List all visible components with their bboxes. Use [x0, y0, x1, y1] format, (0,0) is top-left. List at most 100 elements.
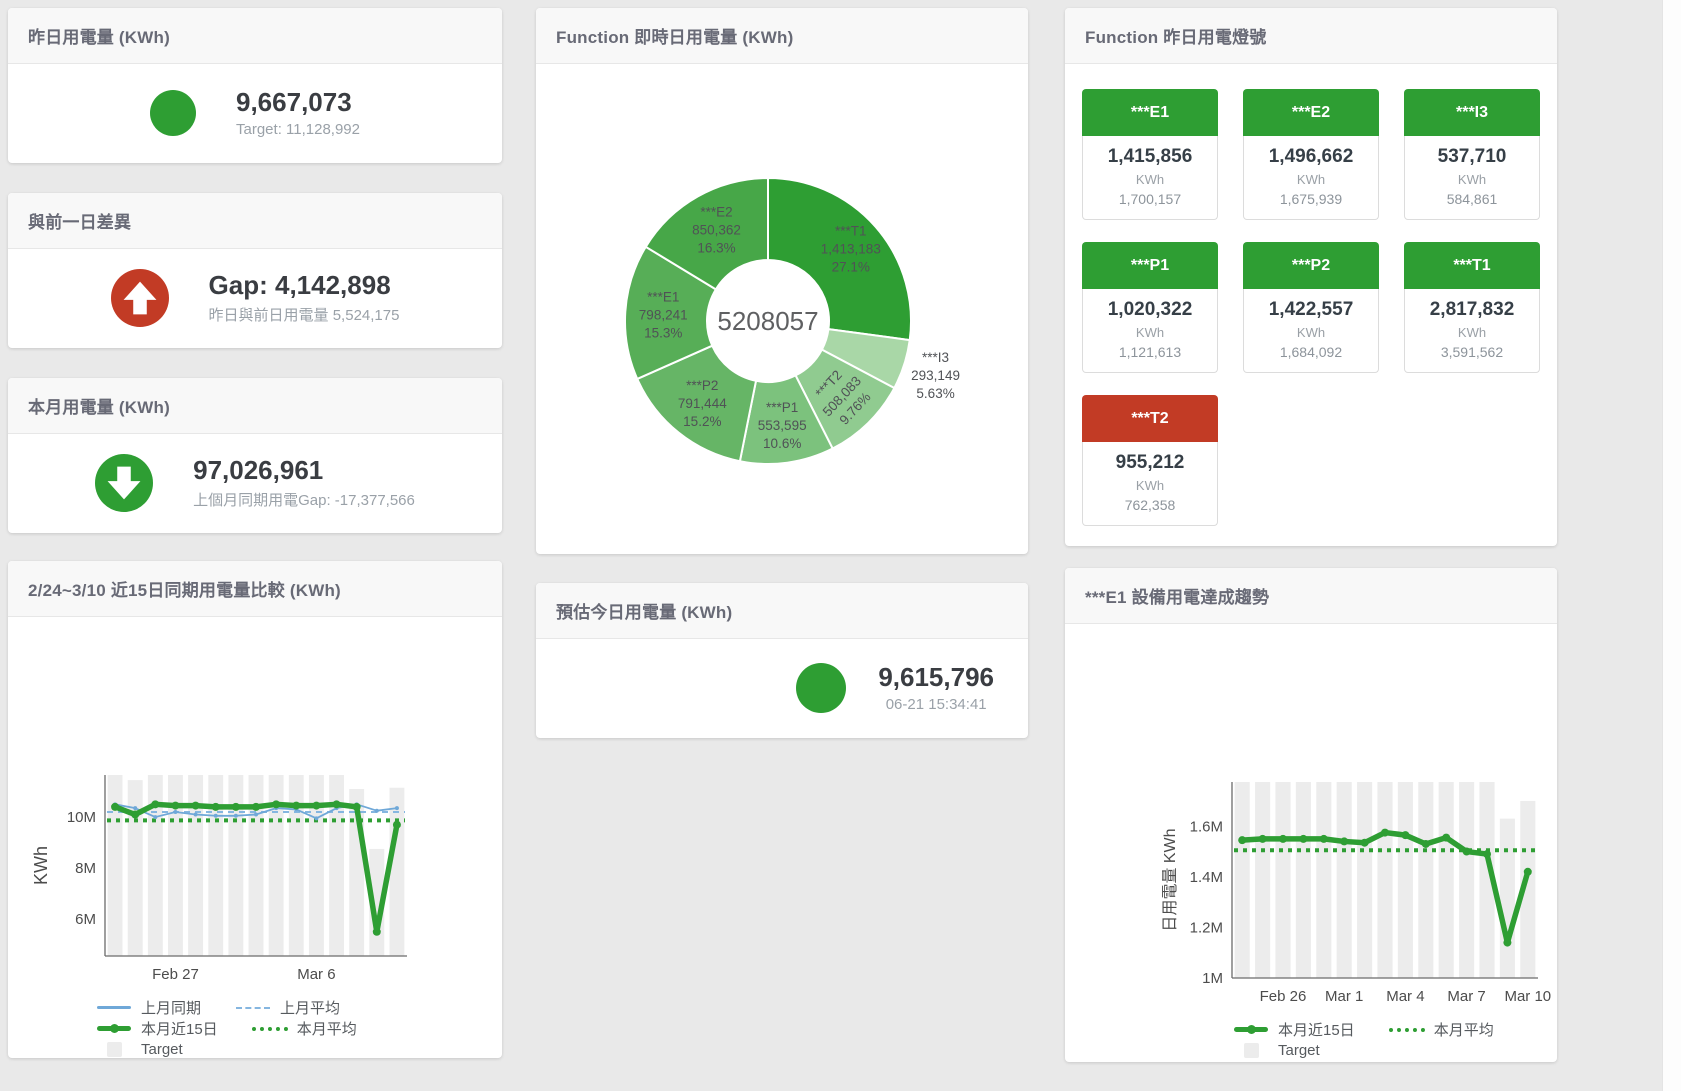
svg-text:850,362: 850,362 — [692, 222, 741, 237]
card-title: ***E1 設備用電達成趨勢 — [1085, 583, 1269, 608]
card-header: Function 即時日用電量 (KWh) — [536, 8, 1028, 64]
svg-text:293,149: 293,149 — [911, 368, 960, 383]
tile-header: ***E2 — [1243, 89, 1379, 136]
tile-header: ***I3 — [1404, 89, 1540, 136]
svg-text:791,444: 791,444 — [678, 396, 727, 411]
svg-text:1.4M: 1.4M — [1190, 869, 1223, 886]
status-tiles-grid: ***E1 1,415,856 KWh 1,700,157 ***E2 1,49… — [1065, 64, 1557, 526]
legend-square-icon — [96, 1042, 132, 1057]
tile-target: 762,358 — [1083, 497, 1217, 513]
legend-item[interactable]: 本月平均 — [1389, 1019, 1494, 1040]
status-tile-p1[interactable]: ***P1 1,020,322 KWh 1,121,613 — [1082, 242, 1218, 373]
legend-dots-icon — [252, 1027, 288, 1031]
tile-unit: KWh — [1083, 478, 1217, 493]
legend-row: 本月近15日 本月平均 — [1233, 1019, 1557, 1040]
svg-text:27.1%: 27.1% — [832, 260, 870, 275]
target-bar — [1337, 782, 1352, 978]
status-tile-t2[interactable]: ***T2 955,212 KWh 762,358 — [1082, 395, 1218, 526]
svg-text:Mar 10: Mar 10 — [1504, 988, 1551, 1004]
donut-chart: ***T11,413,18327.1%***I3293,1495.63%***T… — [536, 64, 1028, 553]
card-title: 預估今日用電量 (KWh) — [556, 598, 732, 623]
svg-text:***E1: ***E1 — [647, 289, 679, 304]
donut-center-total: 5208057 — [717, 306, 818, 336]
stat-body: 9,667,073 Target: 11,128,992 — [8, 64, 502, 162]
svg-text:798,241: 798,241 — [639, 307, 688, 322]
stat-text: 97,026,961 上個月同期用電Gap: -17,377,566 — [193, 456, 415, 510]
card-title: 本月用電量 (KWh) — [28, 393, 170, 418]
target-bar — [249, 775, 264, 956]
legend-thick-icon — [96, 1026, 132, 1031]
svg-text:10.6%: 10.6% — [763, 436, 801, 451]
legend-label: 本月平均 — [1434, 1019, 1494, 1040]
legend-item[interactable]: 本月平均 — [252, 1018, 357, 1039]
target-bar — [1296, 782, 1311, 978]
legend-label: 本月近15日 — [141, 1018, 218, 1039]
target-bar — [1235, 782, 1250, 978]
tile-body: 1,496,662 KWh 1,675,939 — [1243, 136, 1379, 220]
card-header: 預估今日用電量 (KWh) — [536, 583, 1028, 639]
legend-line-icon — [96, 1006, 132, 1009]
card-title: 與前一日差異 — [28, 208, 131, 233]
status-tile-t1[interactable]: ***T1 2,817,832 KWh 3,591,562 — [1404, 242, 1540, 373]
svg-text:1.6M: 1.6M — [1190, 818, 1223, 835]
legend-item[interactable]: 上月同期 — [96, 997, 201, 1018]
stat-text: 9,667,073 Target: 11,128,992 — [236, 88, 360, 138]
compare-chart-svg: 6M8M10MFeb 27Mar 6KWh — [8, 617, 502, 982]
svg-text:***P1: ***P1 — [766, 400, 798, 415]
card-title: 昨日用電量 (KWh) — [28, 23, 170, 48]
status-circle-icon — [796, 663, 846, 713]
svg-text:Feb 26: Feb 26 — [1260, 988, 1307, 1004]
yesterday-target: Target: 11,128,992 — [236, 121, 360, 138]
legend-item[interactable]: 本月近15日 — [1233, 1019, 1355, 1040]
tile-target: 1,684,092 — [1244, 344, 1378, 360]
tile-header: ***E1 — [1082, 89, 1218, 136]
status-tile-p2[interactable]: ***P2 1,422,557 KWh 1,684,092 — [1243, 242, 1379, 373]
day-gap-subtitle: 昨日與前日用電量 5,524,175 — [209, 304, 400, 325]
svg-text:KWh: KWh — [31, 846, 51, 885]
target-bar — [1500, 819, 1515, 978]
legend-item[interactable]: 上月平均 — [235, 997, 340, 1018]
legend-label: Target — [1278, 1042, 1320, 1059]
card-e1-trend: ***E1 設備用電達成趨勢 1M1.2M1.4M1.6MFeb 26Mar 1… — [1065, 568, 1557, 1062]
status-tile-e1[interactable]: ***E1 1,415,856 KWh 1,700,157 — [1082, 89, 1218, 220]
donut-label: ***I3293,1495.63% — [911, 350, 960, 401]
target-bar — [1357, 782, 1372, 978]
tile-header: ***T2 — [1082, 395, 1218, 442]
tile-body: 537,710 KWh 584,861 — [1404, 136, 1540, 220]
card-header: Function 昨日用電燈號 — [1065, 8, 1557, 64]
tile-header: ***T1 — [1404, 242, 1540, 289]
scrollbar-track[interactable] — [1662, 0, 1681, 1091]
stat-text: Gap: 4,142,898 昨日與前日用電量 5,524,175 — [209, 271, 400, 325]
legend-dash-icon — [235, 1007, 271, 1009]
target-bar — [108, 775, 123, 956]
legend-item[interactable]: 本月近15日 — [96, 1018, 218, 1039]
svg-text:8M: 8M — [75, 860, 96, 877]
svg-text:553,595: 553,595 — [758, 418, 807, 433]
svg-text:Mar 1: Mar 1 — [1325, 988, 1363, 1004]
tile-body: 955,212 KWh 762,358 — [1082, 442, 1218, 526]
svg-text:5.63%: 5.63% — [916, 386, 954, 401]
legend-item[interactable]: Target — [1233, 1042, 1320, 1059]
legend-item[interactable]: Target — [96, 1041, 183, 1058]
target-bar — [389, 788, 404, 956]
tile-unit: KWh — [1244, 325, 1378, 340]
target-bar — [1418, 782, 1433, 978]
legend-dots-icon — [1389, 1028, 1425, 1032]
card-header: 與前一日差異 — [8, 193, 502, 249]
stat-body: 97,026,961 上個月同期用電Gap: -17,377,566 — [8, 434, 502, 532]
legend-label: 本月平均 — [297, 1018, 357, 1039]
status-tile-i3[interactable]: ***I3 537,710 KWh 584,861 — [1404, 89, 1540, 220]
legend-label: Target — [141, 1041, 183, 1058]
svg-text:16.3%: 16.3% — [697, 240, 735, 255]
card-title: Function 昨日用電燈號 — [1085, 23, 1266, 48]
card-title: Function 即時日用電量 (KWh) — [556, 23, 793, 48]
status-tile-e2[interactable]: ***E2 1,496,662 KWh 1,675,939 — [1243, 89, 1379, 220]
target-bar — [1439, 782, 1454, 978]
svg-text:1M: 1M — [1202, 970, 1223, 987]
tile-unit: KWh — [1405, 325, 1539, 340]
card-title: 2/24~3/10 近15日同期用電量比較 (KWh) — [28, 576, 341, 601]
legend-row: Target — [1233, 1040, 1557, 1061]
card-header: 2/24~3/10 近15日同期用電量比較 (KWh) — [8, 561, 502, 617]
svg-text:6M: 6M — [75, 911, 96, 928]
svg-text:Mar 7: Mar 7 — [1447, 988, 1485, 1004]
